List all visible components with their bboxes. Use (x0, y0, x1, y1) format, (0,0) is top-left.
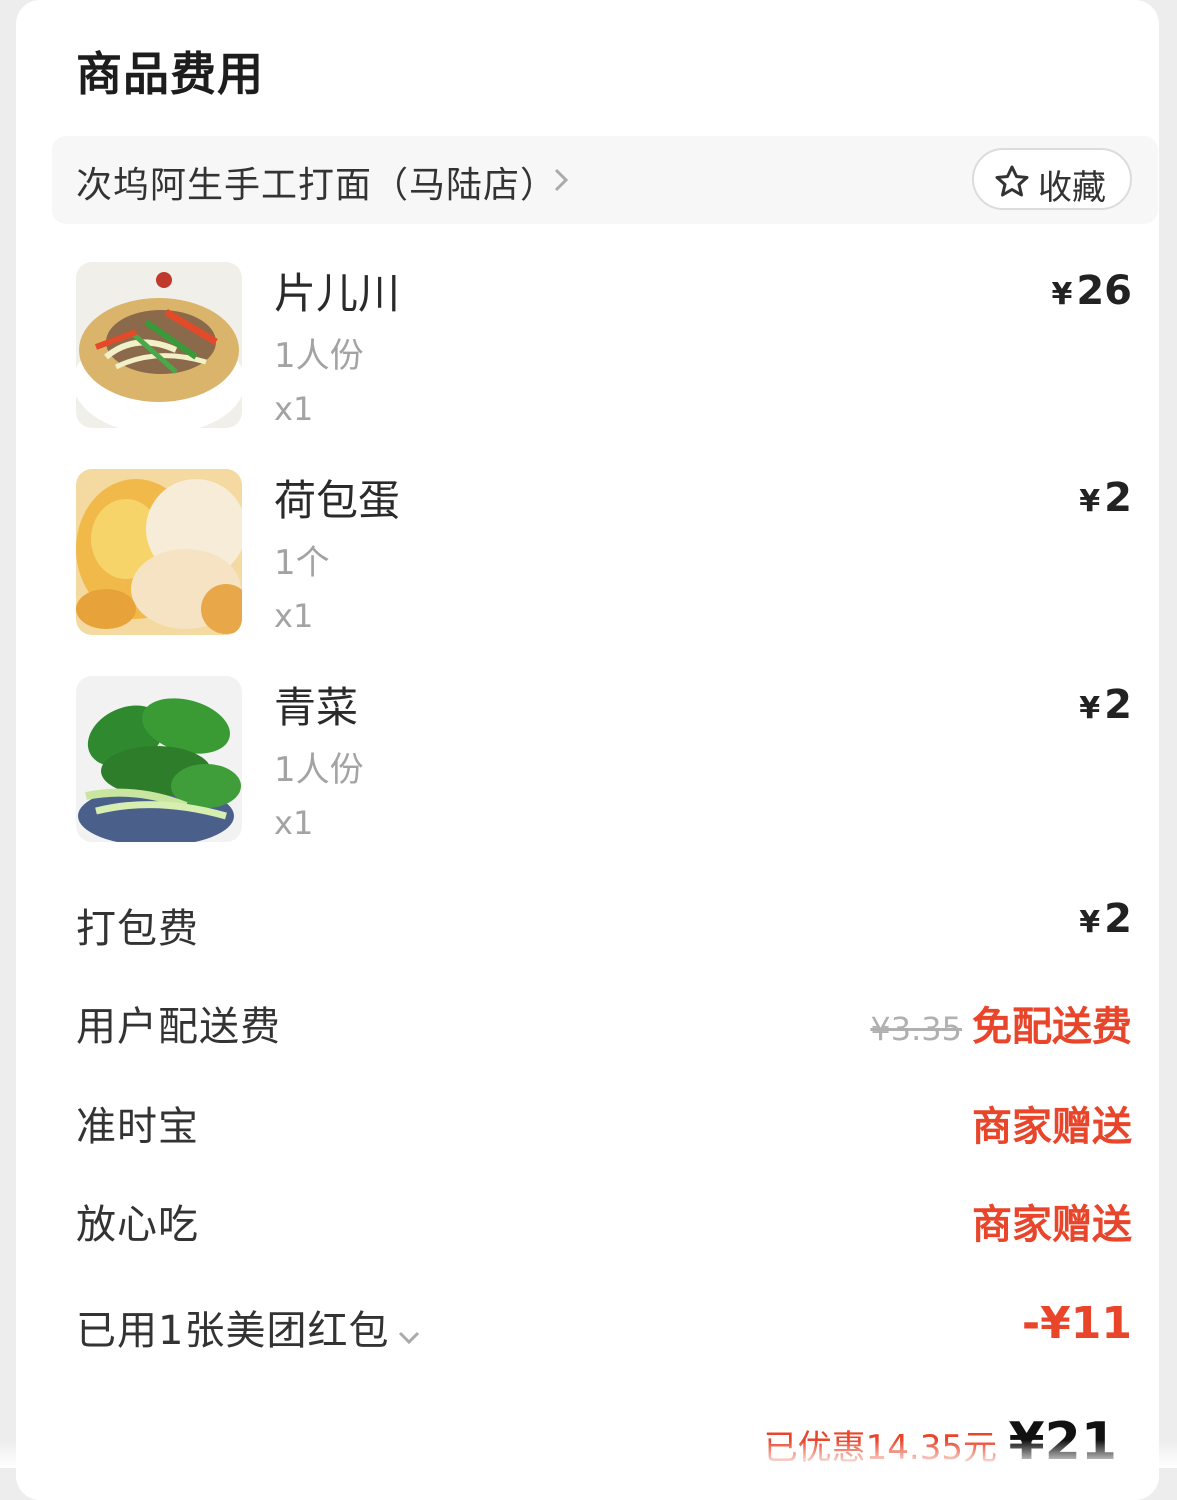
item-price-value: 2 (1104, 682, 1132, 728)
favorite-button[interactable]: 收藏 (972, 148, 1132, 210)
delivery-fee-row: 用户配送费 ¥3.35 免配送费 (76, 994, 1132, 1054)
coupon-text: 已用1张美团红包 (76, 1308, 390, 1354)
section-title: 商品费用 (76, 47, 264, 101)
coupon-discount: -¥11 (1021, 1298, 1132, 1349)
order-fee-card: 商品费用 次坞阿生手工打面（马陆店） 收藏 片儿川 1人份 x1 ¥ 26 荷包… (16, 0, 1159, 1500)
star-icon (995, 165, 1029, 197)
packaging-fee-row: 打包费 ¥2 (76, 896, 1132, 956)
item-price: ¥2 (1079, 475, 1132, 521)
merchant-gift-label: 商家赠送 (972, 1104, 1132, 1150)
safe-eat-row: 放心吃 商家赠送 (76, 1192, 1132, 1252)
fee-value: ¥2 (1079, 896, 1132, 942)
fee-value: ¥3.35 免配送费 (870, 994, 1132, 1052)
store-row[interactable]: 次坞阿生手工打面（马陆店） 收藏 (52, 136, 1158, 224)
fee-label: 打包费 (76, 906, 199, 952)
currency-symbol: ¥ (1079, 484, 1101, 519)
noodle-soup-image (76, 262, 242, 428)
item-quantity: x1 (274, 597, 314, 635)
coupon-row[interactable]: 已用1张美团红包 -¥11 (76, 1298, 1132, 1358)
item-name: 青菜 (274, 683, 359, 732)
currency-symbol: ¥ (1079, 691, 1101, 726)
item-quantity: x1 (274, 804, 314, 842)
item-price-value: 26 (1076, 268, 1132, 314)
fee-label: 准时宝 (76, 1104, 199, 1150)
favorite-label: 收藏 (1038, 168, 1106, 208)
list-item[interactable]: 荷包蛋 1个 x1 ¥2 (76, 469, 1136, 639)
item-quantity: x1 (274, 390, 314, 428)
free-delivery-label: 免配送费 (972, 1004, 1132, 1050)
packaging-fee-value: 2 (1104, 896, 1132, 942)
chevron-right-icon[interactable] (552, 166, 570, 198)
fried-egg-image (76, 469, 242, 635)
item-name: 片儿川 (274, 269, 401, 318)
item-spec: 1个 (274, 543, 330, 583)
item-price: ¥26 (1051, 268, 1132, 314)
item-price: ¥2 (1079, 682, 1132, 728)
chevron-down-icon[interactable] (397, 1310, 421, 1356)
currency-symbol: ¥ (1051, 277, 1073, 312)
fee-label: 用户配送费 (76, 1004, 281, 1050)
item-price-value: 2 (1104, 475, 1132, 521)
bottom-fade (0, 1440, 1177, 1468)
original-delivery-fee: ¥3.35 (870, 1010, 962, 1048)
coupon-label[interactable]: 已用1张美团红包 (76, 1298, 421, 1356)
ontime-guarantee-row: 准时宝 商家赠送 (76, 1094, 1132, 1154)
bok-choy-image (76, 676, 242, 842)
fee-label: 放心吃 (76, 1202, 199, 1248)
item-spec: 1人份 (274, 336, 364, 376)
currency-symbol: ¥ (1079, 905, 1101, 940)
item-name: 荷包蛋 (274, 476, 401, 525)
item-spec: 1人份 (274, 750, 364, 790)
list-item[interactable]: 片儿川 1人份 x1 ¥26 (76, 262, 1136, 432)
merchant-gift-label: 商家赠送 (972, 1202, 1132, 1248)
list-item[interactable]: 青菜 1人份 x1 ¥2 (76, 676, 1136, 846)
store-name[interactable]: 次坞阿生手工打面（马陆店） (76, 156, 557, 208)
